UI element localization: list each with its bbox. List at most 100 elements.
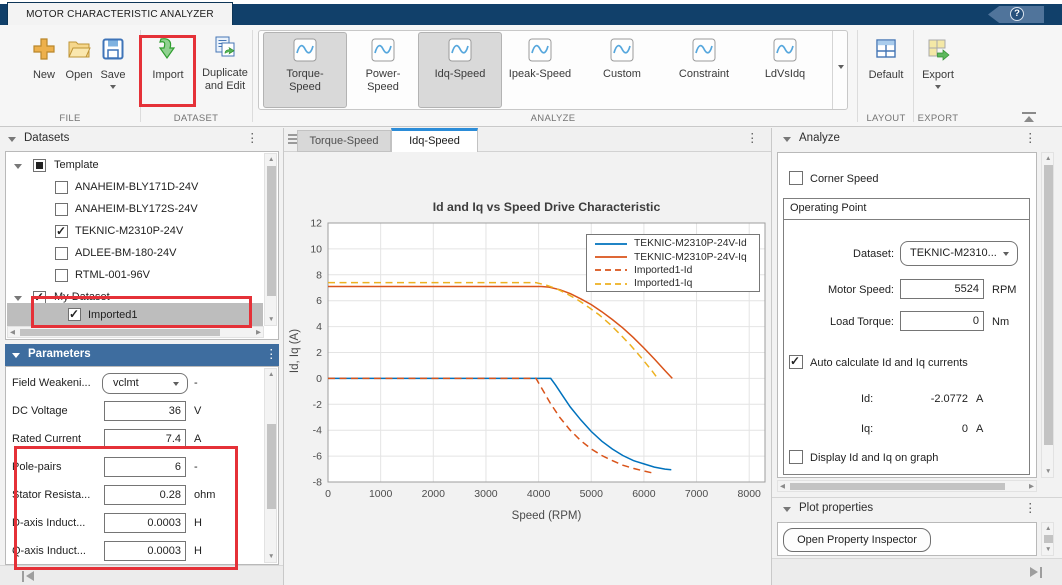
document-menu-icon[interactable]: ⋮: [746, 133, 759, 143]
rated-current-input[interactable]: 7.4: [104, 429, 186, 449]
app-tab[interactable]: MOTOR CHARACTERISTIC ANALYZER: [7, 2, 233, 25]
plot-properties-menu-icon[interactable]: ⋮: [1024, 503, 1037, 513]
pole-pairs-input[interactable]: 6: [104, 457, 186, 477]
scrollbar-thumb[interactable]: [790, 483, 1005, 490]
analyze-vertical-scrollbar[interactable]: ▲ ▼: [1041, 152, 1054, 478]
import-button[interactable]: Import: [146, 36, 190, 82]
stator-resistance-input[interactable]: 0.28: [104, 485, 186, 505]
param-label: D-axis Induct...: [12, 517, 85, 529]
gallery-overflow-button[interactable]: [835, 61, 847, 75]
tab-torque-speed[interactable]: Torque-Speed: [297, 130, 391, 152]
dc-voltage-input[interactable]: 36: [104, 401, 186, 421]
collapse-right-panel-button[interactable]: [1030, 567, 1044, 578]
dataset-checkbox[interactable]: [55, 181, 68, 194]
tree-item-teknic-m2310p[interactable]: TEKNIC-M2310P-24V: [7, 222, 263, 243]
gallery-power-speed-button[interactable]: Power-Speed: [343, 32, 423, 108]
expand-caret-icon[interactable]: [14, 296, 22, 301]
scrollbar-thumb[interactable]: [267, 166, 276, 296]
dataset-checkbox[interactable]: [55, 225, 68, 238]
gallery-ipeak-speed-button[interactable]: Ipeak-Speed: [498, 32, 582, 108]
duplicate-and-edit-button[interactable]: Duplicate and Edit: [196, 34, 254, 93]
plot-properties-vertical-scrollbar[interactable]: ▲ ▼: [1041, 522, 1054, 556]
tree-item-template[interactable]: Template: [7, 156, 263, 177]
tree-item-anaheim-bly172s[interactable]: ANAHEIM-BLY172S-24V: [7, 200, 263, 221]
save-dropdown-caret-icon[interactable]: [110, 85, 116, 89]
analyze-menu-icon[interactable]: ⋮: [1024, 133, 1037, 143]
d-axis-inductance-input[interactable]: 0.0003: [104, 513, 186, 533]
template-checkbox[interactable]: [33, 159, 46, 172]
datasets-horizontal-scrollbar[interactable]: ◀ ▶: [7, 326, 264, 338]
load-torque-input[interactable]: 0: [900, 311, 984, 331]
tree-item-adlee-bm-180[interactable]: ADLEE-BM-180-24V: [7, 244, 263, 265]
datasets-collapse-caret[interactable]: [8, 137, 16, 142]
export-button[interactable]: Export: [916, 36, 960, 89]
scroll-up-icon[interactable]: ▲: [268, 371, 274, 378]
expand-caret-icon[interactable]: [14, 164, 22, 169]
analyze-horizontal-scrollbar[interactable]: ◀ ▶: [777, 480, 1037, 492]
gallery-torque-speed-button[interactable]: Torque-Speed: [263, 32, 347, 108]
parameters-menu-icon[interactable]: ⋮: [265, 349, 278, 359]
scroll-up-icon[interactable]: ▲: [1045, 155, 1051, 162]
tree-item-rtml-001[interactable]: RTML-001-96V: [7, 266, 263, 287]
tree-item-imported1[interactable]: Imported1: [7, 303, 263, 328]
collapse-right-icon: [1040, 567, 1042, 578]
dataset-checkbox[interactable]: [55, 203, 68, 216]
collapse-toolstrip-button[interactable]: [1022, 112, 1036, 124]
save-button[interactable]: Save: [96, 36, 130, 89]
analyze-collapse-caret[interactable]: [783, 137, 791, 142]
q-axis-inductance-input[interactable]: 0.0003: [104, 541, 186, 561]
scroll-down-icon[interactable]: ▼: [268, 316, 274, 323]
export-dropdown-caret-icon[interactable]: [935, 85, 941, 89]
dataset-checkbox[interactable]: [55, 247, 68, 260]
new-button[interactable]: New: [26, 36, 62, 82]
gallery-item-label: Custom: [603, 68, 641, 81]
gallery-constraint-button[interactable]: Constraint: [662, 32, 746, 108]
datasets-menu-icon[interactable]: ⋮: [246, 133, 259, 143]
param-label: Field Weakeni...: [12, 377, 91, 389]
param-label: Stator Resista...: [12, 489, 90, 501]
dataset-checkbox[interactable]: [68, 308, 81, 321]
scroll-left-icon[interactable]: ◀: [780, 483, 785, 490]
scroll-down-icon[interactable]: ▼: [268, 553, 274, 560]
scroll-down-icon[interactable]: ▼: [1045, 546, 1051, 553]
corner-speed-checkbox[interactable]: [789, 171, 803, 185]
plot-properties-collapse-caret[interactable]: [783, 507, 791, 512]
collapse-up-icon: [1024, 116, 1034, 122]
help-wedge[interactable]: ?: [988, 6, 1044, 23]
op-dataset-dropdown[interactable]: TEKNIC-M2310...: [900, 241, 1018, 266]
scroll-right-icon[interactable]: ▶: [256, 329, 261, 336]
scrollbar-thumb[interactable]: [1044, 165, 1053, 445]
scroll-right-icon[interactable]: ▶: [1029, 483, 1034, 490]
parameters-header[interactable]: Parameters ⋮: [5, 344, 279, 366]
gallery-ldvsidq-button[interactable]: LdVsIdq: [745, 32, 825, 108]
gallery-idq-speed-button[interactable]: Idq-Speed: [418, 32, 502, 108]
motor-speed-input[interactable]: 5524: [900, 279, 984, 299]
scrollbar-thumb[interactable]: [1044, 535, 1053, 543]
dataset-checkbox[interactable]: [55, 269, 68, 282]
chart-legend: TEKNIC-M2310P-24V-Id TEKNIC-M2310P-24V-I…: [586, 234, 760, 292]
scroll-up-icon[interactable]: ▲: [268, 156, 274, 163]
scroll-left-icon[interactable]: ◀: [10, 329, 15, 336]
tree-item-anaheim-bly171d[interactable]: ANAHEIM-BLY171D-24V: [7, 178, 263, 199]
field-weakening-dropdown[interactable]: vclmt: [102, 373, 188, 394]
scroll-up-icon[interactable]: ▲: [1045, 525, 1051, 532]
scrollbar-thumb[interactable]: [267, 424, 276, 509]
collapse-left-panel-button[interactable]: [22, 571, 36, 582]
auto-calculate-checkbox[interactable]: [789, 355, 803, 369]
parameters-vertical-scrollbar[interactable]: ▲ ▼: [264, 368, 277, 563]
display-id-iq-checkbox[interactable]: [789, 450, 803, 464]
svg-text:6: 6: [316, 295, 322, 307]
parameters-collapse-caret[interactable]: [12, 353, 20, 358]
dropdown-caret-icon: [173, 382, 179, 386]
open-property-inspector-button[interactable]: Open Property Inspector: [783, 528, 931, 552]
legend-line-sample: [595, 242, 627, 246]
tab-idq-speed[interactable]: Idq-Speed: [391, 128, 478, 152]
default-layout-button[interactable]: Default: [860, 36, 912, 82]
open-button[interactable]: Open: [62, 36, 96, 82]
docked-grip-icon[interactable]: [288, 134, 297, 146]
scrollbar-thumb[interactable]: [20, 329, 220, 336]
help-icon[interactable]: ?: [1010, 7, 1024, 21]
scroll-down-icon[interactable]: ▼: [1045, 468, 1051, 475]
gallery-custom-button[interactable]: Custom: [582, 32, 662, 108]
datasets-vertical-scrollbar[interactable]: ▲ ▼: [264, 153, 277, 326]
